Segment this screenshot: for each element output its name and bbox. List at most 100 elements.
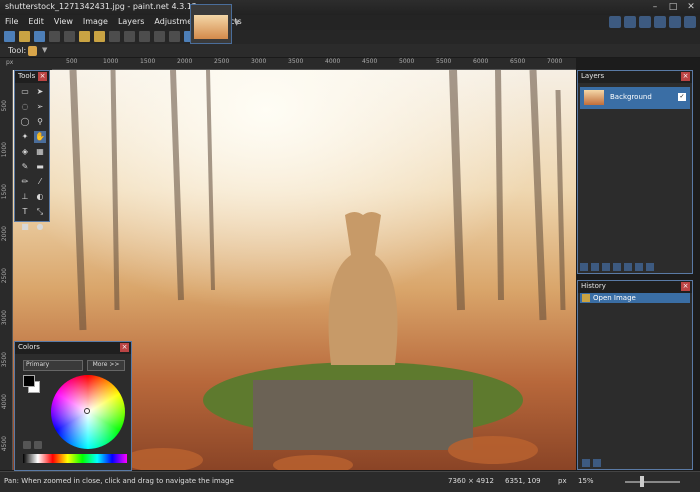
ruler-tick: 4500 (1, 436, 8, 452)
panel-header: Layers × (578, 71, 692, 83)
color-picker-icon[interactable]: ⁄ (34, 176, 46, 188)
history-item[interactable]: Open Image (580, 293, 690, 303)
color-wheel-cursor[interactable] (84, 408, 90, 414)
ruler-tick: 4500 (362, 58, 378, 65)
panel-header: Colors × (15, 342, 131, 354)
layer-visibility-checkbox[interactable]: ✓ (678, 93, 686, 101)
gradient-icon[interactable]: ▦ (34, 146, 46, 158)
history-toggle-icon[interactable] (624, 16, 636, 28)
duplicate-layer-icon[interactable] (602, 263, 610, 271)
settings-icon[interactable] (669, 16, 681, 28)
paste-icon[interactable] (94, 31, 105, 42)
line-curve-icon[interactable]: ⤡ (34, 206, 46, 218)
shapes-icon[interactable]: ■ (19, 221, 31, 233)
crop-icon[interactable] (109, 31, 120, 42)
ruler-tick: 1000 (1, 142, 8, 158)
open-icon[interactable] (19, 31, 30, 42)
help-icon[interactable] (684, 16, 696, 28)
ruler-tick: 7000 (547, 58, 563, 65)
color-select-dropdown[interactable]: Primary (23, 360, 83, 371)
paintbrush-icon[interactable]: ✎ (19, 161, 31, 173)
shape-fill-icon[interactable]: ● (34, 221, 46, 233)
menu-layers[interactable]: Layers (113, 15, 149, 30)
menu-view[interactable]: View (49, 15, 78, 30)
close-icon[interactable]: ✕ (686, 2, 696, 12)
pan-icon[interactable]: ✋ (34, 131, 46, 143)
move-down-icon[interactable] (635, 263, 643, 271)
layer-name: Background (610, 93, 652, 101)
primary-color-swatch[interactable] (23, 375, 35, 387)
ruler-tick: 4000 (325, 58, 341, 65)
undo-icon[interactable] (582, 459, 590, 467)
zoom-slider[interactable] (625, 481, 680, 483)
paint-bucket-icon[interactable]: ◈ (19, 146, 31, 158)
ruler-tick: 3000 (251, 58, 267, 65)
ruler-tick: 1500 (1, 184, 8, 200)
menu-image[interactable]: Image (78, 15, 113, 30)
zoom-icon[interactable]: ⚲ (34, 116, 46, 128)
layer-properties-icon[interactable] (646, 263, 654, 271)
ellipse-select-icon[interactable]: ◯ (19, 116, 31, 128)
ruler-tick: 500 (1, 100, 8, 112)
ruler-tick: 2000 (177, 58, 193, 65)
palette-menu-icon[interactable] (34, 441, 42, 449)
maximize-icon[interactable]: □ (668, 2, 678, 12)
close-icon[interactable]: × (120, 343, 129, 352)
move-selection-icon[interactable]: ➢ (34, 101, 46, 113)
clone-stamp-icon[interactable]: ⊥ (19, 191, 31, 203)
new-icon[interactable] (4, 31, 15, 42)
add-color-icon[interactable] (23, 441, 31, 449)
recolor-icon[interactable]: ◐ (34, 191, 46, 203)
colors-toggle-icon[interactable] (654, 16, 666, 28)
pan-tool-icon[interactable] (28, 46, 37, 56)
panel-title: Tools (18, 72, 36, 80)
minimize-icon[interactable]: – (650, 2, 660, 12)
layer-thumbnail (584, 90, 604, 105)
document-thumbnail (194, 15, 228, 39)
delete-layer-icon[interactable] (591, 263, 599, 271)
ruler-tick: 5500 (436, 58, 452, 65)
move-up-icon[interactable] (624, 263, 632, 271)
main-toolbar (0, 30, 700, 44)
redo-icon[interactable] (593, 459, 601, 467)
eraser-icon[interactable]: ▬ (34, 161, 46, 173)
grid-icon[interactable] (169, 31, 180, 42)
history-item-label: Open Image (593, 294, 636, 302)
document-tab[interactable] (190, 4, 232, 44)
layer-item[interactable]: Background ✓ (580, 87, 690, 109)
rectangle-select-icon[interactable]: ▭ (19, 86, 31, 98)
layers-toggle-icon[interactable] (639, 16, 651, 28)
units-dropdown[interactable]: px (558, 477, 567, 485)
menu-file[interactable]: File (0, 15, 23, 30)
menu-edit[interactable]: Edit (23, 15, 49, 30)
chevron-down-icon[interactable]: ▼ (42, 46, 47, 54)
zoom-level[interactable]: 15% (578, 477, 594, 485)
close-icon[interactable]: × (681, 72, 690, 81)
chevron-down-icon[interactable]: ▼ (234, 19, 239, 27)
text-icon[interactable]: T (19, 206, 31, 218)
undo-icon[interactable] (139, 31, 150, 42)
pencil-icon[interactable]: ✏ (19, 176, 31, 188)
title-bar: shutterstock_1271342431.jpg - paint.net … (0, 0, 700, 15)
move-selected-icon[interactable]: ➤ (34, 86, 46, 98)
close-icon[interactable]: × (38, 72, 47, 81)
close-icon[interactable]: × (681, 282, 690, 291)
color-palette[interactable] (23, 454, 127, 463)
save-icon[interactable] (34, 31, 45, 42)
ruler-tick: 3500 (288, 58, 304, 65)
tools-toggle-icon[interactable] (609, 16, 621, 28)
lasso-icon[interactable]: ◌ (19, 101, 31, 113)
color-wheel[interactable] (51, 375, 125, 449)
copy-icon[interactable] (79, 31, 90, 42)
redo-icon[interactable] (154, 31, 165, 42)
magic-wand-icon[interactable]: ✦ (19, 131, 31, 143)
add-layer-icon[interactable] (580, 263, 588, 271)
zoom-slider-thumb[interactable] (640, 476, 644, 487)
merge-layer-icon[interactable] (613, 263, 621, 271)
deselect-icon[interactable] (124, 31, 135, 42)
print-icon[interactable] (49, 31, 60, 42)
ruler-tick: 6000 (473, 58, 489, 65)
tool-options-bar: Tool: ▼ (0, 44, 700, 58)
more-button[interactable]: More >> (87, 360, 125, 371)
cut-icon[interactable] (64, 31, 75, 42)
